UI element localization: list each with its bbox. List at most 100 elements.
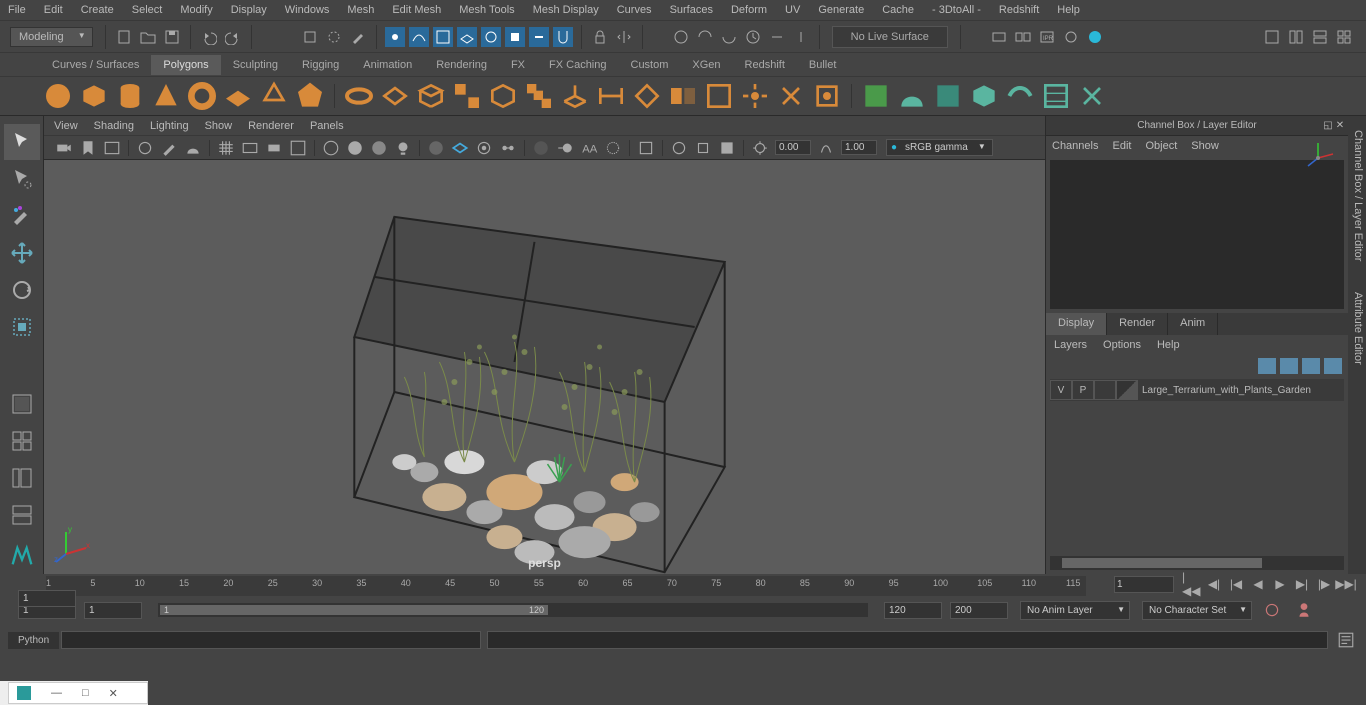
sym-icon[interactable] — [614, 27, 634, 47]
layer-color[interactable] — [1116, 380, 1138, 400]
playback-start-input[interactable] — [84, 602, 142, 619]
colorspace-select[interactable]: sRGB gamma — [886, 139, 993, 156]
exposure-icon[interactable] — [670, 139, 688, 157]
shelf-tab-rigging[interactable]: Rigging — [290, 55, 351, 75]
menu-3dtoall[interactable]: - 3DtoAll - — [932, 4, 981, 16]
side-tab-attr[interactable]: Attribute Editor — [1348, 278, 1366, 378]
poly-disc-icon[interactable] — [258, 80, 290, 112]
layer-scrollbar[interactable] — [1050, 556, 1344, 570]
layer-options[interactable]: Options — [1103, 339, 1141, 351]
menu-help[interactable]: Help — [1057, 4, 1080, 16]
xray-icon[interactable] — [475, 139, 493, 157]
step-forward-icon[interactable]: ▶| — [1292, 574, 1312, 594]
cb-channels[interactable]: Channels — [1052, 140, 1098, 152]
2d-pan-icon[interactable] — [136, 139, 154, 157]
poly-slide-edge-icon[interactable] — [932, 80, 964, 112]
command-input[interactable] — [61, 631, 481, 649]
menu-windows[interactable]: Windows — [285, 4, 330, 16]
shadows-icon[interactable] — [427, 139, 445, 157]
menu-file[interactable]: File — [8, 4, 26, 16]
script-editor-icon[interactable] — [1337, 631, 1355, 649]
poly-plane-icon[interactable] — [222, 80, 254, 112]
smooth-shade-icon[interactable] — [346, 139, 364, 157]
autokey-icon[interactable] — [1263, 601, 1281, 619]
panel-panels[interactable]: Panels — [310, 120, 344, 132]
menu-modify[interactable]: Modify — [180, 4, 212, 16]
shelf-tab-curves[interactable]: Curves / Surfaces — [40, 55, 151, 75]
viewport[interactable]: persp y x z — [44, 160, 1045, 574]
poly-type-icon[interactable] — [343, 80, 375, 112]
lasso-mode-icon[interactable] — [324, 27, 344, 47]
cb-edit[interactable]: Edit — [1112, 140, 1131, 152]
poly-combine-icon[interactable] — [415, 80, 447, 112]
poly-cube-icon[interactable] — [78, 80, 110, 112]
shelf-tab-rendering[interactable]: Rendering — [424, 55, 499, 75]
poly-target-icon[interactable] — [811, 80, 843, 112]
workspace-selector[interactable]: Modeling — [10, 27, 93, 47]
layer-move-down-icon[interactable] — [1280, 358, 1298, 374]
shelf-tab-custom[interactable]: Custom — [619, 55, 681, 75]
film-gate-icon[interactable] — [241, 139, 259, 157]
motion-blur-icon[interactable] — [556, 139, 574, 157]
poly-boolean-icon[interactable] — [523, 80, 555, 112]
xray-joints-icon[interactable] — [499, 139, 517, 157]
far-clip-input[interactable] — [841, 140, 877, 155]
maya-logo-icon[interactable] — [4, 537, 40, 573]
camera-select-icon[interactable] — [55, 139, 73, 157]
dof-icon[interactable] — [604, 139, 622, 157]
og-icon[interactable] — [719, 27, 739, 47]
poly-fill-icon[interactable] — [703, 80, 735, 112]
layer-row[interactable]: V P Large_Terrarium_with_Plants_Garden — [1050, 379, 1344, 401]
paint-select-icon[interactable] — [348, 27, 368, 47]
history-icon[interactable] — [743, 27, 763, 47]
open-scene-icon[interactable] — [138, 27, 158, 47]
panel-layout4-icon[interactable] — [1334, 27, 1354, 47]
poly-merge-icon[interactable] — [775, 80, 807, 112]
menu-uv[interactable]: UV — [785, 4, 800, 16]
poly-smooth-icon[interactable] — [487, 80, 519, 112]
live-surface-field[interactable]: No Live Surface — [832, 26, 948, 48]
close-panel-icon[interactable]: ✕ — [1334, 120, 1346, 131]
near-clip-input[interactable] — [775, 140, 811, 155]
snap-plane-icon[interactable] — [457, 27, 477, 47]
script-language[interactable]: Python — [8, 632, 59, 649]
paint-tool[interactable] — [4, 198, 40, 234]
cg-icon[interactable] — [671, 27, 691, 47]
time-ruler[interactable]: 1510152025303540455055606570758085909510… — [46, 576, 1086, 596]
menu-edit[interactable]: Edit — [44, 4, 63, 16]
rotate-tool[interactable] — [4, 272, 40, 308]
layer-new-empty-icon[interactable] — [1302, 358, 1320, 374]
layout-outliner-icon[interactable] — [4, 460, 40, 496]
gamma-ctrl-icon[interactable] — [817, 139, 835, 157]
shelf-tab-fxcaching[interactable]: FX Caching — [537, 55, 618, 75]
menu-curves[interactable]: Curves — [617, 4, 652, 16]
menu-editmesh[interactable]: Edit Mesh — [392, 4, 441, 16]
construct2-icon[interactable] — [791, 27, 811, 47]
poly-connect-icon[interactable] — [968, 80, 1000, 112]
wireframe-icon[interactable] — [322, 139, 340, 157]
layer-help[interactable]: Help — [1157, 339, 1180, 351]
poly-svgtool-icon[interactable] — [379, 80, 411, 112]
aa-icon[interactable]: AA — [580, 139, 598, 157]
res-gate-icon[interactable] — [265, 139, 283, 157]
layer-playback[interactable]: P — [1072, 380, 1094, 400]
save-scene-icon[interactable] — [162, 27, 182, 47]
poly-insert-edge-icon[interactable] — [896, 80, 928, 112]
dock-icon[interactable]: ◱ — [1322, 120, 1334, 131]
view-gizmo[interactable] — [1298, 140, 1338, 170]
taskbar-close[interactable]: ✕ — [109, 687, 118, 700]
cb-show[interactable]: Show — [1191, 140, 1219, 152]
layer-name[interactable]: Large_Terrarium_with_Plants_Garden — [1138, 385, 1344, 396]
new-scene-icon[interactable] — [114, 27, 134, 47]
use-lights-icon[interactable] — [394, 139, 412, 157]
layer-new-selected-icon[interactable] — [1324, 358, 1342, 374]
anim-layer-select[interactable]: No Anim Layer — [1020, 601, 1130, 620]
lock-icon[interactable] — [590, 27, 610, 47]
render-seq-icon[interactable] — [1013, 27, 1033, 47]
shelf-tab-redshift[interactable]: Redshift — [733, 55, 797, 75]
ig-icon[interactable] — [695, 27, 715, 47]
menu-display[interactable]: Display — [231, 4, 267, 16]
poly-cone-icon[interactable] — [150, 80, 182, 112]
ipr-icon[interactable]: IPR — [1037, 27, 1057, 47]
side-tab-channelbox[interactable]: Channel Box / Layer Editor — [1348, 116, 1366, 276]
